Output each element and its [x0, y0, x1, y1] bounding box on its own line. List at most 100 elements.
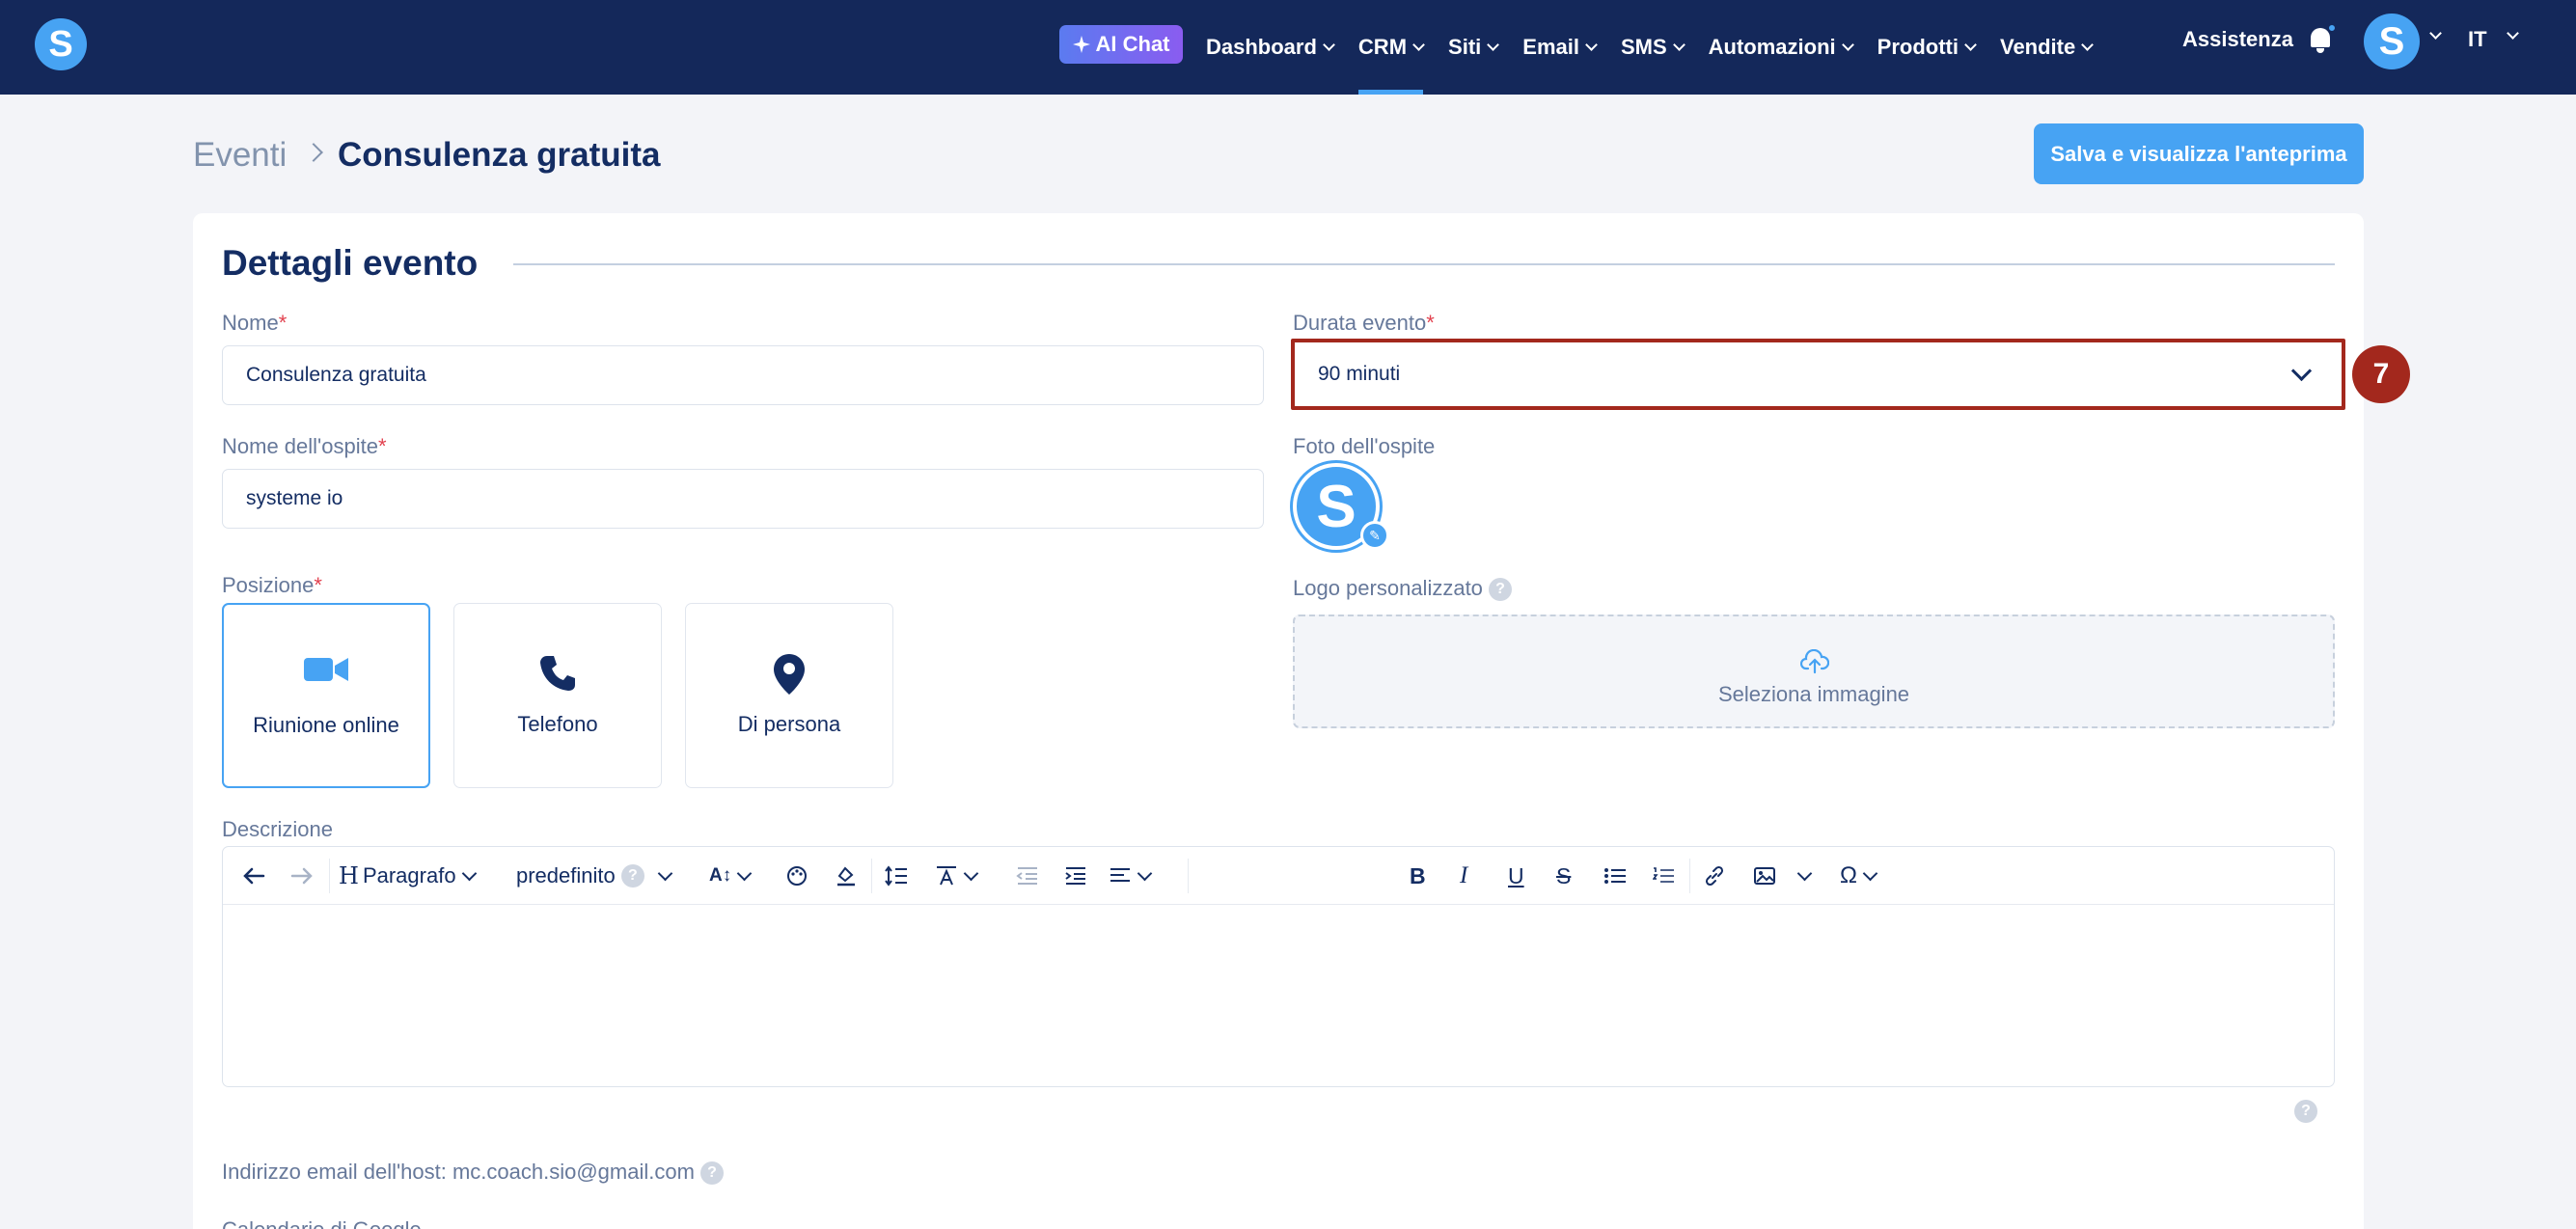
text-style-dropdown[interactable]: [935, 862, 979, 889]
omega-icon: Ω: [1840, 862, 1857, 888]
italic-icon[interactable]: I: [1460, 862, 1467, 889]
link-icon[interactable]: [1703, 862, 1726, 889]
description-editor[interactable]: H Paragrafo predefinito ? A↕ B I U S Ω: [222, 846, 2335, 1087]
chevron-down-icon: [1672, 38, 1685, 51]
user-avatar[interactable]: S: [2364, 14, 2420, 69]
chevron-down-icon: [1487, 38, 1500, 51]
required-mark: *: [1426, 311, 1435, 335]
nav-vendite[interactable]: Vendite: [2000, 0, 2095, 95]
toolbar-divider: [871, 859, 872, 893]
image-icon[interactable]: [1753, 862, 1776, 889]
help-icon: ?: [620, 864, 644, 888]
required-mark: *: [314, 573, 322, 597]
top-navbar: S AI Chat Dashboard CRM Siti Email SMS A…: [0, 0, 2576, 95]
nav-dashboard-label: Dashboard: [1206, 35, 1317, 59]
font-dropdown[interactable]: predefinito ?: [516, 862, 673, 889]
chevron-down-icon: [1585, 38, 1598, 51]
nav-email-label: Email: [1522, 35, 1579, 59]
step-badge: 7: [2352, 345, 2410, 403]
toolbar-divider: [329, 859, 330, 893]
phone-icon: [540, 656, 575, 691]
nav-sms[interactable]: SMS: [1620, 0, 1685, 95]
systeme-logo[interactable]: S: [35, 18, 87, 70]
align-dropdown[interactable]: [1109, 862, 1153, 889]
outdent-icon[interactable]: [1016, 862, 1039, 889]
underline-icon[interactable]: U: [1508, 862, 1524, 889]
indent-icon[interactable]: [1064, 862, 1087, 889]
duration-select[interactable]: 90 minuti: [1291, 339, 2345, 410]
guest-name-label-text: Nome dell'ospite: [222, 434, 378, 458]
guest-name-input[interactable]: systeme io: [222, 469, 1264, 529]
position-online-meeting[interactable]: Riunione online: [222, 603, 430, 788]
position-label-in-person: Di persona: [737, 712, 841, 736]
numbered-list-icon[interactable]: [1653, 862, 1674, 889]
nav-email[interactable]: Email: [1522, 0, 1598, 95]
nav-automazioni[interactable]: Automazioni: [1709, 0, 1854, 95]
palette-icon[interactable]: [786, 862, 808, 889]
save-preview-button[interactable]: Salva e visualizza l'anteprima: [2034, 123, 2364, 184]
chevron-down-icon: [963, 865, 979, 881]
nav-prodotti[interactable]: Prodotti: [1877, 0, 1977, 95]
paragraph-dropdown[interactable]: H Paragrafo: [339, 862, 477, 889]
custom-logo-label: Logo personalizzato ?: [1293, 576, 1513, 602]
bold-icon[interactable]: B: [1410, 862, 1426, 889]
bell-icon[interactable]: [2308, 23, 2337, 54]
toolbar-divider: [1689, 859, 1690, 893]
line-height-icon[interactable]: [885, 862, 908, 889]
language-selector[interactable]: IT: [2468, 27, 2487, 52]
position-phone[interactable]: Telefono: [453, 603, 662, 788]
insert-more-dropdown[interactable]: [1792, 862, 1813, 889]
nav-dashboard[interactable]: Dashboard: [1206, 0, 1335, 95]
breadcrumb-eventi[interactable]: Eventi: [193, 136, 287, 175]
position-label-online: Riunione online: [253, 713, 399, 737]
pencil-icon[interactable]: ✎: [1360, 521, 1389, 550]
name-label-text: Nome: [222, 311, 279, 335]
required-mark: *: [377, 434, 387, 458]
assistenza-link[interactable]: Assistenza: [2182, 27, 2293, 52]
position-label-phone: Telefono: [517, 712, 598, 736]
name-label: Nome*: [222, 311, 287, 336]
position-label: Posizione*: [222, 573, 322, 598]
background-color-icon[interactable]: [835, 862, 858, 889]
guest-photo-label: Foto dell'ospite: [1293, 434, 1436, 458]
chevron-down-icon: [657, 865, 673, 881]
undo-icon[interactable]: [242, 862, 265, 889]
duration-label-text: Durata evento: [1293, 311, 1427, 335]
name-input[interactable]: Consulenza gratuita: [222, 345, 1264, 405]
host-email-text: Indirizzo email dell'host: mc.coach.sio@…: [222, 1160, 695, 1184]
duration-value: 90 minuti: [1318, 363, 1401, 385]
chevron-down-icon[interactable]: [2507, 27, 2519, 40]
special-characters-dropdown[interactable]: Ω: [1840, 862, 1878, 889]
ai-chat-button[interactable]: AI Chat: [1059, 25, 1183, 64]
help-icon[interactable]: ?: [1489, 578, 1513, 602]
paragraph-label: Paragrafo: [362, 863, 456, 888]
strikethrough-icon[interactable]: S: [1556, 862, 1571, 889]
redo-icon[interactable]: [290, 862, 314, 889]
chevron-down-icon: [736, 865, 753, 881]
editor-content[interactable]: [223, 907, 2334, 1086]
image-uploader[interactable]: Seleziona immagine: [1293, 614, 2335, 728]
nav-sms-label: SMS: [1620, 35, 1667, 59]
chevron-right-icon: [304, 143, 323, 162]
help-icon[interactable]: ?: [700, 1161, 725, 1186]
font-size-dropdown[interactable]: A↕: [709, 862, 753, 889]
chevron-down-icon: [1137, 865, 1153, 881]
position-label-text: Posizione: [222, 573, 315, 597]
nav-siti-label: Siti: [1448, 35, 1482, 59]
video-icon: [304, 658, 348, 681]
upload-text: Seleziona immagine: [1717, 682, 1910, 706]
section-title: Dettagli evento: [222, 243, 479, 283]
page-title: Consulenza gratuita: [338, 136, 661, 174]
bullet-list-icon[interactable]: [1604, 862, 1626, 889]
ai-chat-label: AI Chat: [1095, 32, 1170, 56]
editor-toolbar: H Paragrafo predefinito ? A↕ B I U S Ω: [223, 847, 2334, 905]
chevron-down-icon: [1964, 38, 1977, 51]
help-icon[interactable]: ?: [2294, 1100, 2317, 1123]
nav-crm[interactable]: CRM: [1357, 0, 1425, 95]
custom-logo-label-text: Logo personalizzato: [1293, 576, 1483, 600]
nav-crm-label: CRM: [1357, 35, 1408, 59]
main-menu: Dashboard CRM Siti Email SMS Automazioni…: [1206, 0, 2095, 95]
position-in-person[interactable]: Di persona: [685, 603, 893, 788]
chevron-down-icon[interactable]: [2429, 27, 2442, 40]
nav-siti[interactable]: Siti: [1448, 0, 1500, 95]
